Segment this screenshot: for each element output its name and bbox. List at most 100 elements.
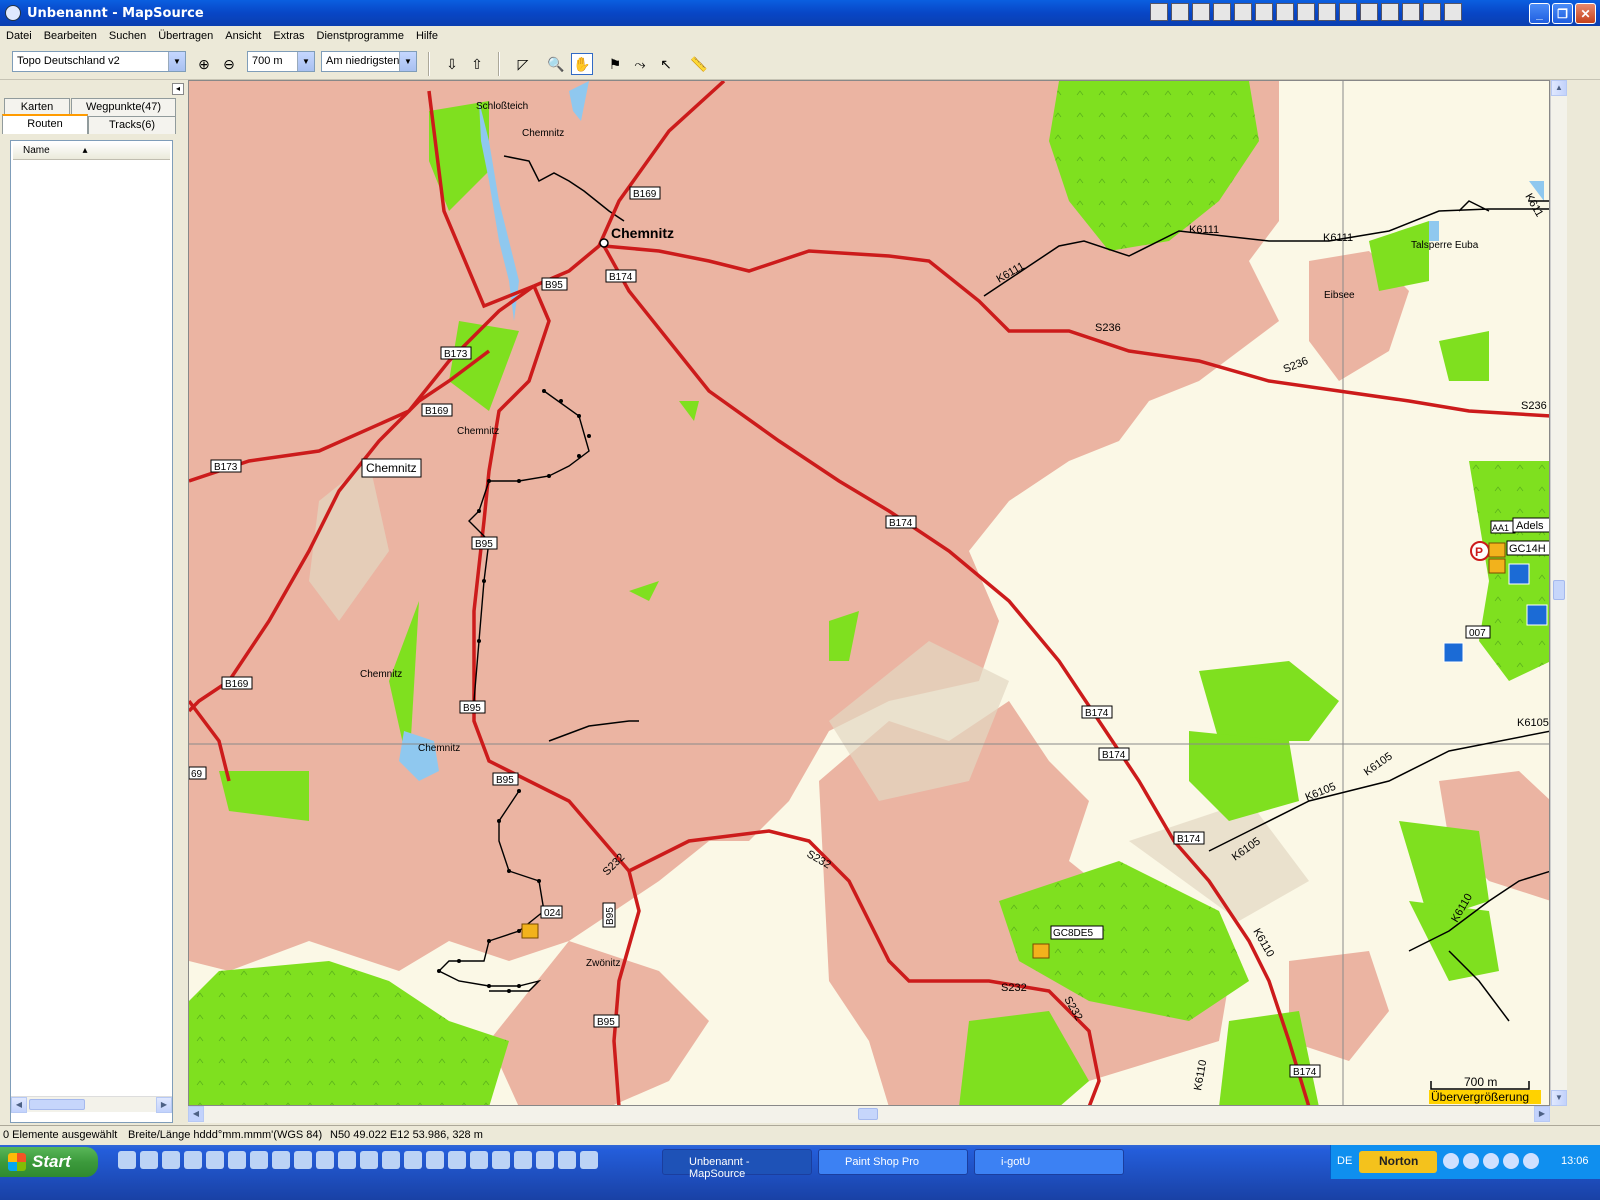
quick-launch-icon[interactable] bbox=[470, 1151, 488, 1169]
menu-ansicht[interactable]: Ansicht bbox=[219, 30, 267, 42]
quick-launch-icon[interactable] bbox=[338, 1151, 356, 1169]
zoom-out-icon[interactable]: ⊖ bbox=[218, 53, 240, 75]
collapse-panel-icon[interactable]: ◂ bbox=[172, 83, 184, 95]
quick-launch-icon[interactable] bbox=[184, 1151, 202, 1169]
quick-launch-icon[interactable] bbox=[206, 1151, 224, 1169]
scroll-thumb[interactable] bbox=[858, 1108, 878, 1120]
map-canvas[interactable]: Schloßteich Chemnitz Chemnitz Chemnitz C… bbox=[189, 81, 1550, 1106]
mapsource-app-icon[interactable] bbox=[5, 5, 21, 21]
tray-icon[interactable] bbox=[1523, 1153, 1539, 1169]
quick-icon[interactable] bbox=[1318, 3, 1336, 21]
quick-launch-icon[interactable] bbox=[448, 1151, 466, 1169]
zoom-tool-icon[interactable]: 🔍 bbox=[545, 53, 567, 75]
menu-bearbeiten[interactable]: Bearbeiten bbox=[38, 30, 103, 42]
quick-icon[interactable] bbox=[1360, 3, 1378, 21]
city-marker-icon[interactable] bbox=[599, 238, 609, 248]
hiker-icon[interactable] bbox=[1508, 563, 1530, 585]
route-list[interactable] bbox=[10, 140, 173, 1123]
hand-tool-icon[interactable]: ✋ bbox=[571, 53, 593, 75]
quick-launch-icon[interactable] bbox=[228, 1151, 246, 1169]
map-tool-icon[interactable]: ◸ bbox=[512, 53, 534, 75]
geocache-chest-icon[interactable] bbox=[521, 923, 539, 939]
map-view[interactable]: Schloßteich Chemnitz Chemnitz Chemnitz C… bbox=[188, 80, 1550, 1106]
quick-launch-icon[interactable] bbox=[162, 1151, 180, 1169]
detail-level-select[interactable]: Am niedrigsten ▼ bbox=[321, 51, 417, 72]
send-to-device-icon[interactable]: ⇧ bbox=[466, 53, 488, 75]
menu-datei[interactable]: Datei bbox=[0, 30, 38, 42]
tray-icon[interactable] bbox=[1463, 1153, 1479, 1169]
scroll-thumb[interactable] bbox=[29, 1099, 85, 1110]
task-mapsource[interactable]: Unbenannt - MapSource bbox=[662, 1149, 812, 1180]
hiker-icon[interactable] bbox=[1526, 604, 1548, 626]
menu-dienstprogramme[interactable]: Dienstprogramme bbox=[311, 30, 410, 42]
scroll-right-icon[interactable]: ▶ bbox=[1534, 1106, 1550, 1122]
quick-icon[interactable] bbox=[1234, 3, 1252, 21]
menu-suchen[interactable]: Suchen bbox=[103, 30, 152, 42]
chevron-down-icon[interactable]: ▼ bbox=[399, 52, 416, 71]
quick-launch-icon[interactable] bbox=[536, 1151, 554, 1169]
start-button[interactable]: Start bbox=[0, 1147, 98, 1177]
scroll-left-icon[interactable]: ◀ bbox=[188, 1106, 204, 1122]
quick-icon[interactable] bbox=[1402, 3, 1420, 21]
distance-tool-icon[interactable]: 📏 bbox=[688, 53, 710, 75]
chevron-down-icon[interactable]: ▼ bbox=[168, 52, 185, 71]
map-hscrollbar[interactable]: ◀ ▶ bbox=[188, 1106, 1550, 1123]
quick-launch-icon[interactable] bbox=[272, 1151, 290, 1169]
map-product-select[interactable]: Topo Deutschland v2 ▼ bbox=[12, 51, 186, 72]
waypoint-tool-icon[interactable]: ⚑ bbox=[604, 53, 626, 75]
menu-hilfe[interactable]: Hilfe bbox=[410, 30, 444, 42]
quick-launch-icon[interactable] bbox=[492, 1151, 510, 1169]
selection-tool-icon[interactable]: ↖ bbox=[655, 53, 677, 75]
scroll-left-icon[interactable]: ◀ bbox=[11, 1097, 27, 1113]
menu-extras[interactable]: Extras bbox=[267, 30, 310, 42]
quick-icon[interactable] bbox=[1381, 3, 1399, 21]
quick-launch-icon[interactable] bbox=[382, 1151, 400, 1169]
geocache-chest-icon[interactable] bbox=[1488, 558, 1506, 574]
maximize-button[interactable]: ❐ bbox=[1552, 3, 1573, 24]
quick-launch-icon[interactable] bbox=[558, 1151, 576, 1169]
quick-icon[interactable] bbox=[1276, 3, 1294, 21]
close-button[interactable]: ✕ bbox=[1575, 3, 1596, 24]
menu-uebertragen[interactable]: Übertragen bbox=[152, 30, 219, 42]
quick-launch-icon[interactable] bbox=[426, 1151, 444, 1169]
quick-icon[interactable] bbox=[1423, 3, 1441, 21]
quick-launch-icon[interactable] bbox=[360, 1151, 378, 1169]
task-paint-shop-pro[interactable]: Paint Shop Pro bbox=[818, 1149, 968, 1175]
task-i-gotu[interactable]: i-gotU bbox=[974, 1149, 1124, 1175]
quick-launch-icon[interactable] bbox=[514, 1151, 532, 1169]
tray-icon[interactable] bbox=[1483, 1153, 1499, 1169]
geocache-chest-icon[interactable] bbox=[1032, 943, 1050, 959]
tray-icon[interactable] bbox=[1443, 1153, 1459, 1169]
quick-launch-icon[interactable] bbox=[580, 1151, 598, 1169]
quick-launch-icon[interactable] bbox=[250, 1151, 268, 1169]
list-hscrollbar[interactable]: ◀ ▶ bbox=[11, 1096, 172, 1113]
quick-icon[interactable] bbox=[1255, 3, 1273, 21]
map-vscrollbar[interactable]: ▲ ▼ bbox=[1550, 80, 1567, 1106]
chevron-down-icon[interactable]: ▼ bbox=[297, 52, 314, 71]
quick-launch-icon[interactable] bbox=[140, 1151, 158, 1169]
zoom-in-icon[interactable]: ⊕ bbox=[193, 53, 215, 75]
receive-from-device-icon[interactable]: ⇩ bbox=[441, 53, 463, 75]
scroll-right-icon[interactable]: ▶ bbox=[156, 1097, 172, 1113]
clock[interactable]: 13:06 bbox=[1561, 1155, 1589, 1167]
quick-launch-icon[interactable] bbox=[294, 1151, 312, 1169]
quick-icon[interactable] bbox=[1192, 3, 1210, 21]
quick-icon[interactable] bbox=[1213, 3, 1231, 21]
quick-icon[interactable] bbox=[1339, 3, 1357, 21]
quick-launch-icon[interactable] bbox=[316, 1151, 334, 1169]
tab-routen[interactable]: Routen bbox=[2, 114, 88, 134]
quick-launch-icon[interactable] bbox=[118, 1151, 136, 1169]
norton-button[interactable]: Norton bbox=[1359, 1151, 1437, 1173]
route-tool-icon[interactable]: ⤳ bbox=[629, 53, 651, 75]
hiker-icon[interactable] bbox=[1443, 642, 1464, 663]
quick-launch-icon[interactable] bbox=[404, 1151, 422, 1169]
scroll-down-icon[interactable]: ▼ bbox=[1551, 1090, 1567, 1106]
minimize-button[interactable]: _ bbox=[1529, 3, 1550, 24]
tray-icon[interactable] bbox=[1503, 1153, 1519, 1169]
quick-icon[interactable] bbox=[1150, 3, 1168, 21]
geocache-chest-icon[interactable] bbox=[1488, 542, 1506, 558]
zoom-level-select[interactable]: 700 m ▼ bbox=[247, 51, 315, 72]
quick-icon[interactable] bbox=[1297, 3, 1315, 21]
list-header-name[interactable]: Name ▴ bbox=[13, 142, 170, 160]
scroll-up-icon[interactable]: ▲ bbox=[1551, 80, 1567, 96]
